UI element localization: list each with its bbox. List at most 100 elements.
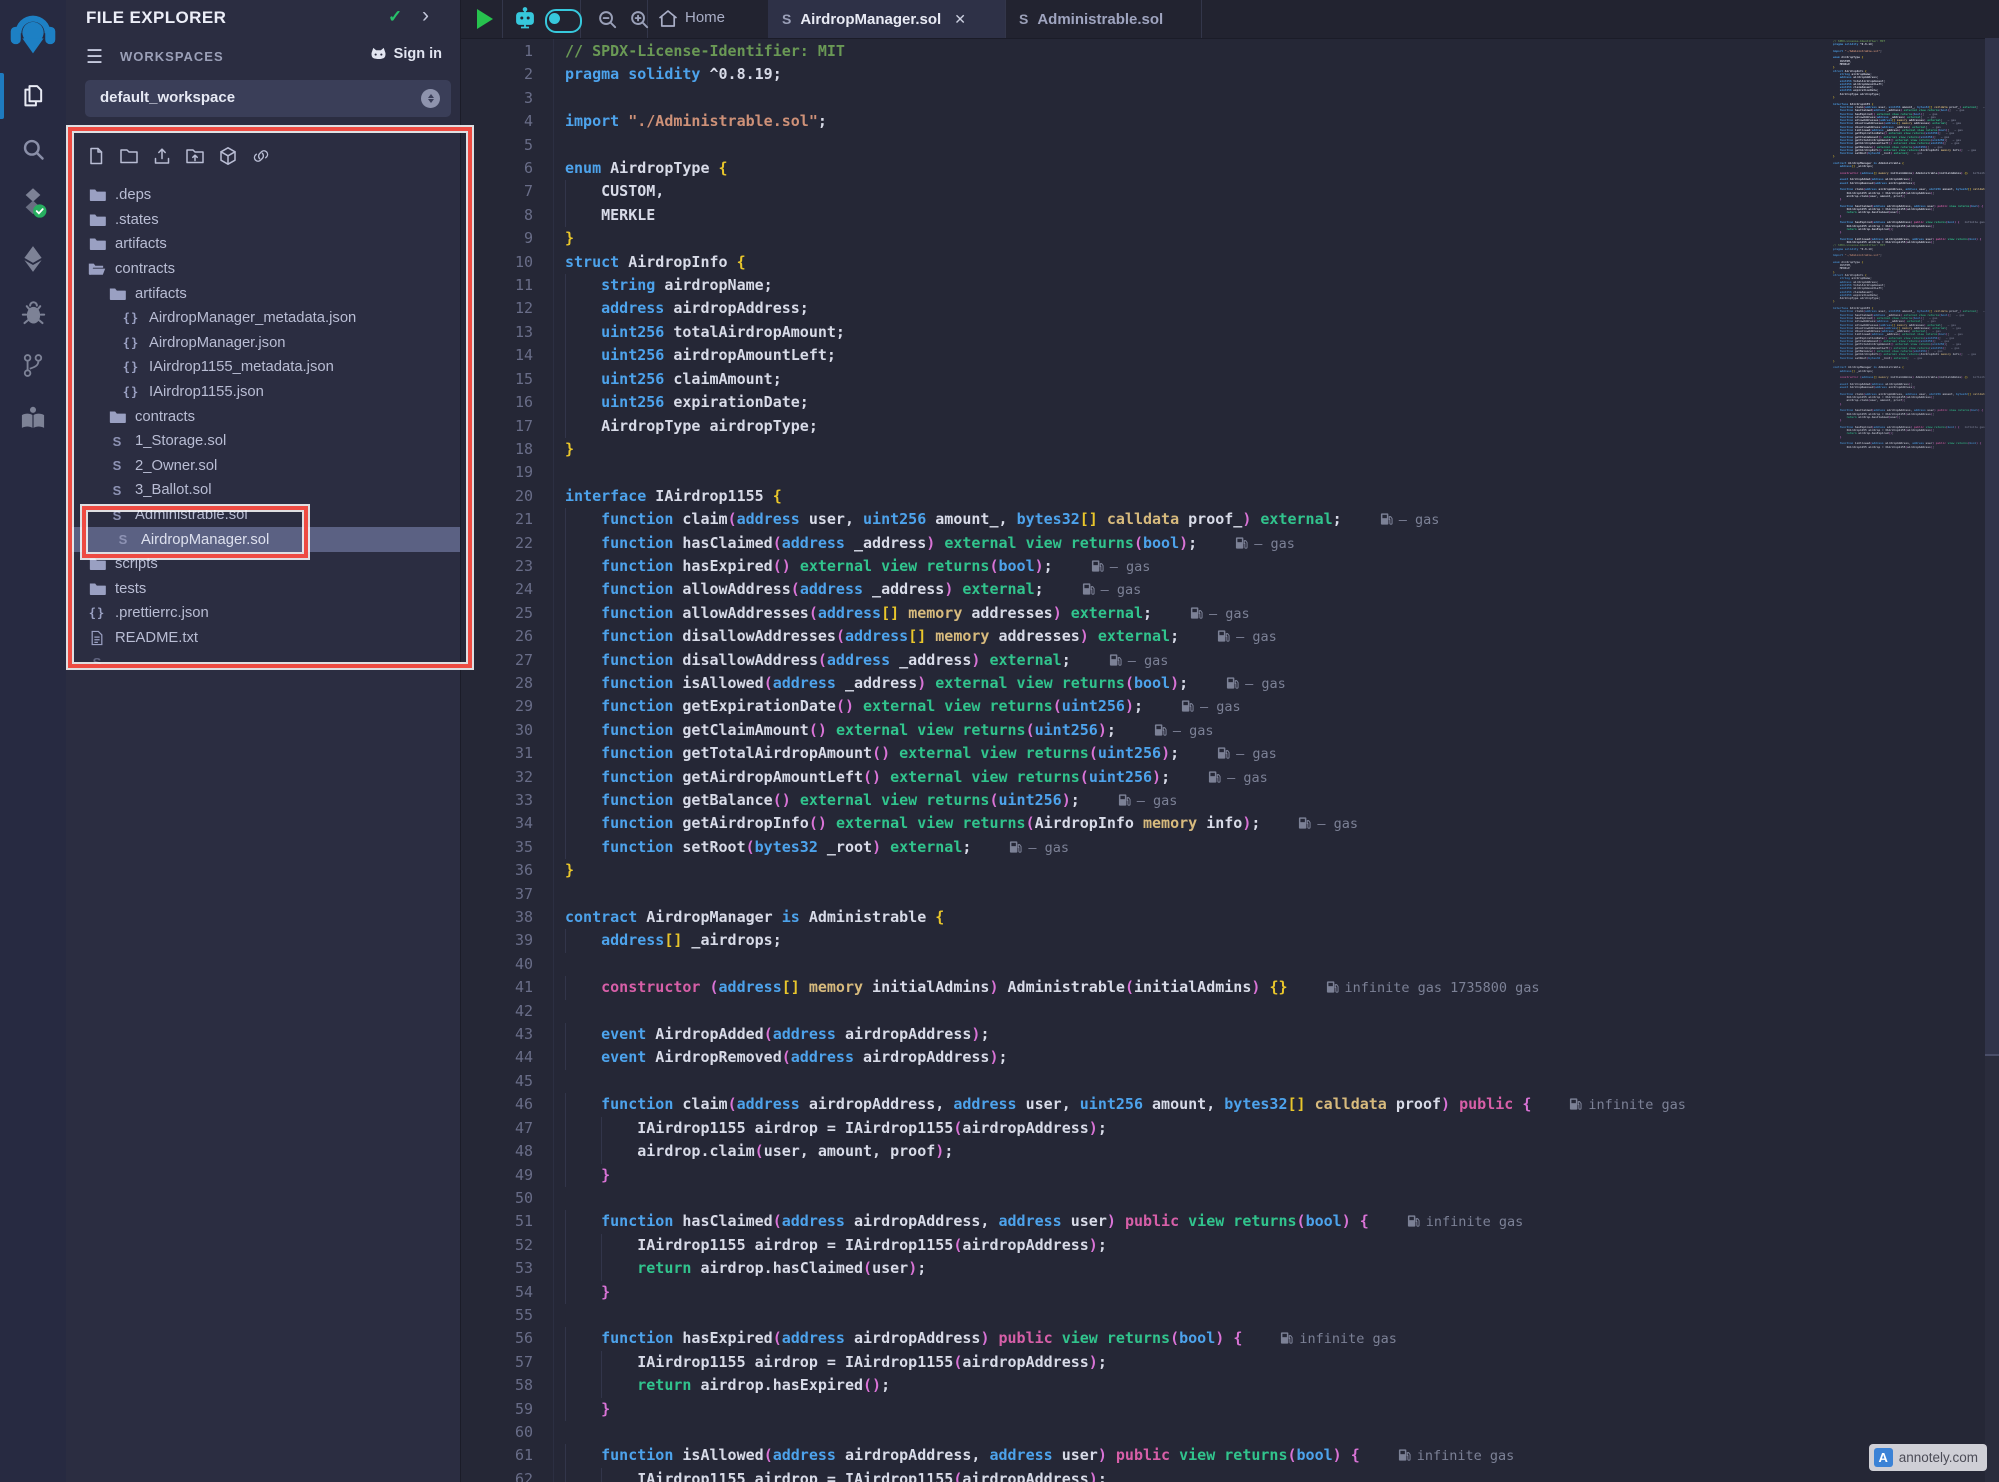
panel-expand-chevron-icon[interactable]: › (422, 4, 429, 28)
toggle-switch[interactable] (545, 9, 582, 33)
code-line-36[interactable]: 36} (460, 859, 1999, 882)
code-line-40[interactable]: 40 (460, 953, 1999, 976)
code-line-16[interactable]: 16 uint256 expirationDate; (460, 391, 1999, 414)
code-line-2[interactable]: 2pragma solidity ^0.8.19; (460, 63, 1999, 86)
code-line-35[interactable]: 35 function setRoot(bytes32 _root) exter… (460, 836, 1999, 859)
file-tree-item--prettierrc-json[interactable]: {}.prettierrc.json (66, 601, 460, 626)
new-folder-icon[interactable] (119, 146, 139, 166)
debugger-icon[interactable] (0, 298, 66, 328)
sign-in-button[interactable]: Sign in (369, 46, 442, 62)
code-line-21[interactable]: 21 function claim(address user, uint256 … (460, 508, 1999, 531)
code-line-22[interactable]: 22 function hasClaimed(address _address)… (460, 532, 1999, 555)
solidity-compiler-icon[interactable] (0, 186, 66, 220)
deploy-run-icon[interactable] (0, 244, 66, 274)
code-line-3[interactable]: 3 (460, 87, 1999, 110)
file-tree-item-readme-txt[interactable]: README.txt (66, 626, 460, 651)
code-line-45[interactable]: 45 (460, 1070, 1999, 1093)
file-tree-item-1-storage-sol[interactable]: S1_Storage.sol (66, 429, 460, 454)
code-line-27[interactable]: 27 function disallowAddress(address _add… (460, 649, 1999, 672)
file-tree-item-artifacts[interactable]: artifacts (66, 232, 460, 257)
code-line-53[interactable]: 53 return airdrop.hasClaimed(user); (460, 1257, 1999, 1280)
upload-folder-icon[interactable] (185, 146, 205, 166)
code-line-7[interactable]: 7 CUSTOM, (460, 180, 1999, 203)
file-tree-item-tests[interactable]: tests (66, 577, 460, 602)
file-tree-item[interactable]: S (66, 650, 460, 675)
code-line-1[interactable]: 1// SPDX-License-Identifier: MIT (460, 40, 1999, 63)
upload-file-icon[interactable] (152, 146, 172, 166)
code-line-57[interactable]: 57 IAirdrop1155 airdrop = IAirdrop1155(a… (460, 1351, 1999, 1374)
cube-icon[interactable] (218, 146, 238, 166)
file-explorer-icon[interactable] (0, 80, 66, 112)
file-tree-item-administrable-sol[interactable]: SAdministrable.sol (66, 503, 460, 528)
tab-home[interactable]: Home (685, 9, 725, 26)
code-line-10[interactable]: 10struct AirdropInfo { (460, 251, 1999, 274)
code-line-28[interactable]: 28 function isAllowed(address _address) … (460, 672, 1999, 695)
editor-scrollbar[interactable] (1985, 38, 1999, 1482)
link-icon[interactable] (251, 146, 271, 166)
code-line-49[interactable]: 49 } (460, 1164, 1999, 1187)
code-line-54[interactable]: 54 } (460, 1281, 1999, 1304)
code-line-14[interactable]: 14 uint256 airdropAmountLeft; (460, 344, 1999, 367)
code-line-43[interactable]: 43 event AirdropAdded(address airdropAdd… (460, 1023, 1999, 1046)
file-tree-item-airdropmanager-sol[interactable]: SAirdropManager.sol (72, 527, 460, 552)
code-line-61[interactable]: 61 function isAllowed(address airdropAdd… (460, 1444, 1999, 1467)
code-line-26[interactable]: 26 function disallowAddresses(address[] … (460, 625, 1999, 648)
scrollbar-slider[interactable] (1985, 38, 1999, 1056)
file-tree-item-2-owner-sol[interactable]: S2_Owner.sol (66, 454, 460, 479)
workspace-select[interactable]: default_workspace (85, 80, 451, 117)
code-line-56[interactable]: 56 function hasExpired(address airdropAd… (460, 1327, 1999, 1350)
code-line-20[interactable]: 20interface IAirdrop1155 { (460, 485, 1999, 508)
code-line-42[interactable]: 42 (460, 1000, 1999, 1023)
code-line-46[interactable]: 46 function claim(address airdropAddress… (460, 1093, 1999, 1116)
code-line-32[interactable]: 32 function getAirdropAmountLeft() exter… (460, 766, 1999, 789)
code-line-8[interactable]: 8 MERKLE (460, 204, 1999, 227)
code-line-12[interactable]: 12 address airdropAddress; (460, 297, 1999, 320)
code-line-6[interactable]: 6enum AirdropType { (460, 157, 1999, 180)
code-line-15[interactable]: 15 uint256 claimAmount; (460, 368, 1999, 391)
close-tab-icon[interactable]: ✕ (954, 11, 966, 28)
file-tree-item--states[interactable]: .states (66, 208, 460, 233)
code-line-47[interactable]: 47 IAirdrop1155 airdrop = IAirdrop1155(a… (460, 1117, 1999, 1140)
code-line-24[interactable]: 24 function allowAddress(address _addres… (460, 578, 1999, 601)
code-line-34[interactable]: 34 function getAirdropInfo() external vi… (460, 812, 1999, 835)
code-line-62[interactable]: 62 IAirdrop1155 airdrop = IAirdrop1155(a… (460, 1468, 1999, 1482)
search-icon[interactable] (0, 134, 66, 164)
code-line-30[interactable]: 30 function getClaimAmount() external vi… (460, 719, 1999, 742)
code-line-18[interactable]: 18} (460, 438, 1999, 461)
file-tree-item-iairdrop1155-json[interactable]: {}IAirdrop1155.json (66, 380, 460, 405)
code-editor[interactable]: 1// SPDX-License-Identifier: MIT2pragma … (460, 38, 1999, 1482)
workspaces-menu-icon[interactable]: ☰ (86, 46, 103, 69)
file-tree-item-scripts[interactable]: scripts (66, 552, 460, 577)
code-line-13[interactable]: 13 uint256 totalAirdropAmount; (460, 321, 1999, 344)
code-line-44[interactable]: 44 event AirdropRemoved(address airdropA… (460, 1046, 1999, 1069)
tab-airdropmanager[interactable]: S AirdropManager.sol ✕ (768, 0, 1005, 38)
file-tree-item-airdropmanager-metadata-json[interactable]: {}AirdropManager_metadata.json (66, 306, 460, 331)
workspace-caret-icon[interactable] (421, 89, 440, 108)
code-line-29[interactable]: 29 function getExpirationDate() external… (460, 695, 1999, 718)
file-tree-item--deps[interactable]: .deps (66, 183, 460, 208)
ai-assistant-icon[interactable] (512, 7, 538, 31)
code-line-50[interactable]: 50 (460, 1187, 1999, 1210)
remix-logo-icon[interactable] (0, 8, 66, 60)
git-icon[interactable] (0, 350, 66, 380)
learneth-icon[interactable] (0, 402, 66, 434)
code-line-5[interactable]: 5 (460, 134, 1999, 157)
code-line-4[interactable]: 4import "./Administrable.sol"; (460, 110, 1999, 133)
code-line-51[interactable]: 51 function hasClaimed(address airdropAd… (460, 1210, 1999, 1233)
code-line-41[interactable]: 41 constructor (address[] memory initial… (460, 976, 1999, 999)
code-line-9[interactable]: 9} (460, 227, 1999, 250)
code-line-19[interactable]: 19 (460, 461, 1999, 484)
code-line-48[interactable]: 48 airdrop.claim(user, amount, proof); (460, 1140, 1999, 1163)
code-line-58[interactable]: 58 return airdrop.hasExpired(); (460, 1374, 1999, 1397)
code-line-55[interactable]: 55 (460, 1304, 1999, 1327)
code-line-25[interactable]: 25 function allowAddresses(address[] mem… (460, 602, 1999, 625)
code-line-60[interactable]: 60 (460, 1421, 1999, 1444)
home-icon[interactable] (657, 8, 679, 29)
code-line-59[interactable]: 59 } (460, 1398, 1999, 1421)
code-line-23[interactable]: 23 function hasExpired() external view r… (460, 555, 1999, 578)
tab-administrable[interactable]: S Administrable.sol (1005, 0, 1201, 38)
file-tree-item-airdropmanager-json[interactable]: {}AirdropManager.json (66, 331, 460, 356)
zoom-out-icon[interactable] (596, 8, 619, 31)
code-line-11[interactable]: 11 string airdropName; (460, 274, 1999, 297)
file-tree-item-artifacts[interactable]: artifacts (66, 281, 460, 306)
